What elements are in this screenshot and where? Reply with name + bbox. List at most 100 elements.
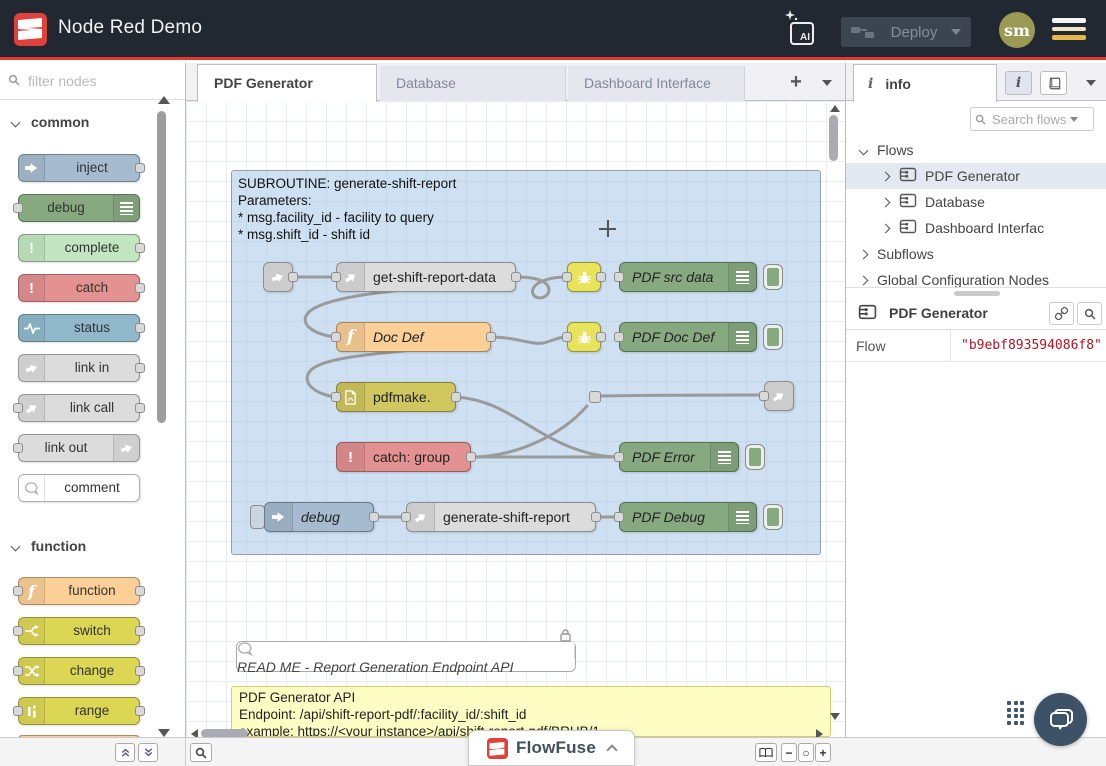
deploy-button[interactable]: Deploy (841, 17, 971, 47)
tree-item-flows[interactable]: Flows (846, 137, 1106, 163)
tree-item-subflows[interactable]: Subflows (846, 241, 1106, 267)
palette-node-function[interactable]: f function (18, 577, 140, 605)
palette-node-comment[interactable]: comment (18, 474, 140, 502)
input-port[interactable] (401, 512, 411, 522)
node-pdfmake[interactable]: pdfmake. (336, 382, 456, 412)
minimap-button[interactable] (755, 743, 777, 762)
node-doc-def[interactable]: f Doc Def (336, 322, 491, 352)
output-port[interactable] (135, 706, 145, 716)
palette-node-debug[interactable]: debug (18, 194, 140, 222)
vscroll-thumb[interactable] (829, 115, 838, 161)
node-pdf-doc-def[interactable]: PDF Doc Def (619, 322, 757, 352)
zoom-out-button[interactable]: − (781, 743, 797, 762)
palette-node-inject[interactable]: inject (18, 154, 140, 182)
palette-node-link-in[interactable]: link in (18, 354, 140, 382)
output-port[interactable] (511, 272, 521, 282)
input-port[interactable] (331, 332, 341, 342)
input-port[interactable] (614, 452, 624, 462)
collapse-badge-icon[interactable] (606, 744, 617, 755)
input-port[interactable] (614, 332, 624, 342)
input-port[interactable] (13, 706, 23, 716)
palette-node-range[interactable]: range (18, 697, 140, 725)
docs-book-button[interactable] (1040, 71, 1067, 95)
debug-toggle-button[interactable] (745, 444, 765, 470)
input-port[interactable] (759, 391, 769, 401)
node-get-shift-report-data[interactable]: get-shift-report-data (336, 262, 516, 292)
input-port[interactable] (614, 272, 624, 282)
tab-pdf-generator[interactable]: PDF Generator (197, 64, 377, 102)
input-port[interactable] (13, 403, 23, 413)
input-port[interactable] (13, 626, 23, 636)
inject-trigger-button[interactable] (250, 505, 265, 529)
vscroll-up-icon[interactable] (830, 105, 840, 112)
tree-item-database[interactable]: Database (846, 189, 1106, 215)
output-port[interactable] (596, 332, 606, 342)
panel-resize-handle[interactable] (846, 287, 1106, 297)
node-debug-filter-1[interactable] (567, 262, 601, 292)
ai-assistant-button[interactable]: AI (786, 16, 818, 48)
chevron-right-icon[interactable] (881, 197, 891, 207)
expand-all-button[interactable] (138, 743, 158, 762)
output-port[interactable] (591, 512, 601, 522)
palette-node-link-call[interactable]: link call (18, 394, 140, 422)
output-port[interactable] (135, 403, 145, 413)
flow-canvas[interactable]: SUBROUTINE: generate-shift-report Parame… (186, 101, 845, 737)
deploy-caret-icon[interactable] (951, 29, 961, 35)
input-port[interactable] (13, 666, 23, 676)
output-port[interactable] (135, 163, 145, 173)
chevron-down-icon[interactable] (859, 145, 869, 155)
node-pdf-src-data[interactable]: PDF src data (619, 262, 757, 292)
node-debug-filter-2[interactable] (567, 322, 601, 352)
output-port[interactable] (451, 392, 461, 402)
copy-link-button[interactable] (1049, 302, 1074, 325)
output-port[interactable] (135, 283, 145, 293)
input-port[interactable] (562, 272, 572, 282)
palette-scroll-down-icon[interactable] (158, 729, 170, 737)
debug-toggle-button[interactable] (763, 264, 783, 290)
main-menu-button[interactable] (1052, 18, 1086, 42)
zoom-in-button[interactable]: + (815, 743, 831, 762)
tab-database[interactable]: Database (380, 66, 566, 101)
node-generate-shift-report[interactable]: generate-shift-report (406, 502, 596, 532)
chevron-right-icon[interactable] (859, 275, 869, 285)
hscroll-thumb[interactable] (201, 729, 248, 737)
output-port[interactable] (288, 272, 298, 282)
zoom-reset-button[interactable]: ○ (798, 743, 814, 762)
palette-scrollbar[interactable] (157, 111, 166, 423)
sidebar-caret-icon[interactable] (1086, 80, 1096, 86)
palette-category-common[interactable]: common (0, 109, 170, 135)
input-port[interactable] (331, 272, 341, 282)
flow-id-value[interactable]: "b9ebf893594086f8" (951, 330, 1106, 361)
palette-category-function[interactable]: function (0, 533, 170, 559)
chat-widget-button[interactable] (1034, 693, 1087, 746)
input-port[interactable] (562, 332, 572, 342)
chevron-right-icon[interactable] (881, 223, 891, 233)
output-port[interactable] (135, 666, 145, 676)
palette-node-complete[interactable]: ! complete (18, 234, 140, 262)
canvas-search-button[interactable] (190, 743, 212, 762)
palette-node-change[interactable]: change (18, 657, 140, 685)
node-debug-inject[interactable]: debug (264, 502, 374, 532)
drag-handle-dots[interactable] (1007, 701, 1023, 725)
output-port[interactable] (486, 332, 496, 342)
input-port[interactable] (13, 203, 23, 213)
search-flows-input[interactable] (990, 111, 1068, 128)
debug-toggle-button[interactable] (763, 504, 783, 530)
input-port[interactable] (331, 392, 341, 402)
hscroll-right-icon[interactable] (816, 729, 823, 737)
tree-item-dashboard-interface[interactable]: Dashboard Interfac (846, 215, 1106, 241)
zoom-to-flow-button[interactable] (1077, 302, 1102, 325)
chevron-right-icon[interactable] (859, 249, 869, 259)
palette-node-switch[interactable]: switch (18, 617, 140, 645)
output-port[interactable] (369, 512, 379, 522)
hscroll-left-icon[interactable] (191, 729, 198, 737)
node-comment-readme[interactable]: READ ME - Report Generation Endpoint API (236, 641, 576, 672)
output-port[interactable] (135, 363, 145, 373)
palette-node-status[interactable]: status (18, 314, 140, 342)
flow-list-caret-icon[interactable] (822, 80, 832, 86)
tab-dashboard-interface[interactable]: Dashboard Interface (568, 66, 745, 101)
output-port[interactable] (135, 586, 145, 596)
palette-node-link-out[interactable]: link out (18, 434, 140, 462)
output-port[interactable] (135, 243, 145, 253)
wire-junction[interactable] (589, 391, 601, 403)
